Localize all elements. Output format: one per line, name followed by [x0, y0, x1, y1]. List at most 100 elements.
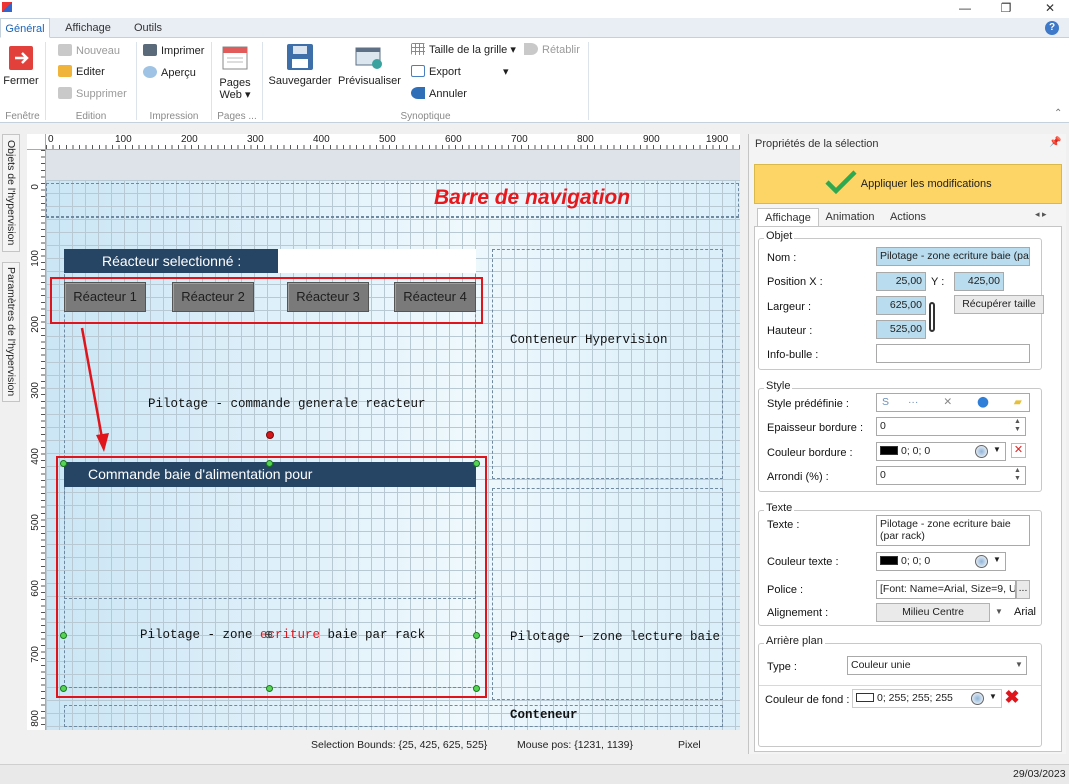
unit-label: Pixel: [678, 739, 701, 751]
spinner-icon[interactable]: ▲ ▼: [1014, 467, 1021, 483]
resize-handle[interactable]: [473, 632, 480, 639]
previsualiser-button[interactable]: Prévisualiser: [338, 42, 401, 87]
resize-handle[interactable]: [473, 685, 480, 692]
position-y-label: Y :: [931, 276, 945, 288]
style-dots-icon[interactable]: ···: [908, 396, 919, 408]
police-input[interactable]: [Font: Name=Arial, Size=9, Ur: [876, 580, 1016, 599]
ruler-tick: 1900: [706, 134, 729, 145]
dropdown-arrow-icon[interactable]: ▼: [989, 692, 997, 701]
dropdown-arrow-icon[interactable]: ▼: [993, 445, 1001, 454]
pin-icon[interactable]: 📌: [1049, 137, 1061, 148]
info-bulle-input[interactable]: [876, 344, 1030, 363]
ruler-tick: 500: [379, 134, 396, 145]
ruler-corner: [27, 134, 46, 150]
design-canvas[interactable]: Barre de navigation Réacteur selectionné…: [46, 150, 740, 730]
apply-label: Appliquer les modifications: [860, 178, 992, 190]
couleur-fond-value: 0; 255; 255; 255: [877, 692, 953, 704]
color-picker-icon[interactable]: [975, 445, 988, 458]
export-label: Export: [429, 66, 461, 78]
ruler-tick: 0: [48, 134, 54, 145]
ruler-tick: 600: [445, 134, 462, 145]
group-separator: [211, 42, 212, 120]
resize-handle[interactable]: [266, 685, 273, 692]
type-dropdown[interactable]: Couleur unie: [847, 656, 1027, 675]
epaisseur-bordure-input[interactable]: 0: [876, 417, 1026, 436]
dropdown-arrow-icon[interactable]: ▼: [993, 555, 1001, 564]
close-icon[interactable]: ✕: [1034, 0, 1066, 18]
hauteur-input[interactable]: 525,00: [876, 320, 926, 339]
tab-outils[interactable]: Outils: [126, 18, 170, 38]
largeur-input[interactable]: 625,00: [876, 296, 926, 315]
alignement-dropdown[interactable]: Milieu Centre: [876, 603, 990, 622]
resize-handle[interactable]: [266, 460, 273, 467]
supprimer-button[interactable]: Supprimer: [58, 85, 127, 103]
couleur-bordure-value: 0; 0; 0: [901, 445, 931, 457]
style-s-icon[interactable]: S: [882, 396, 889, 408]
fermer-button[interactable]: Fermer: [3, 44, 39, 87]
style-clear-icon[interactable]: ✕: [943, 396, 952, 408]
apercu-button[interactable]: Aperçu: [143, 64, 196, 82]
restore-icon[interactable]: ❐: [990, 0, 1022, 18]
resize-handle[interactable]: [60, 460, 67, 467]
legend-texte: Texte: [764, 502, 795, 514]
style-apply-icon[interactable]: ⬤: [977, 396, 989, 408]
color-swatch: [856, 693, 874, 702]
sauvegarder-button[interactable]: Sauvegarder: [268, 42, 332, 87]
dropdown-arrow-icon[interactable]: ▼: [1015, 660, 1023, 669]
export-dropdown-icon[interactable]: ▾: [503, 63, 509, 81]
dropdown-arrow-icon[interactable]: ▼: [995, 607, 1003, 616]
resize-handle[interactable]: [60, 685, 67, 692]
preview-icon: [355, 47, 382, 69]
ruler-tick: 100: [115, 134, 132, 145]
nouveau-button[interactable]: Nouveau: [58, 42, 120, 60]
spinner-icon[interactable]: ▲ ▼: [1014, 418, 1021, 434]
ruler-tick: 100: [30, 250, 41, 267]
police-browse-button[interactable]: ...: [1016, 580, 1030, 599]
tab-affichage[interactable]: Affichage: [58, 18, 118, 38]
imprimer-button[interactable]: Imprimer: [143, 42, 204, 60]
selection-bounds: Selection Bounds: {25, 425, 625, 525}: [311, 739, 488, 751]
position-x-input[interactable]: 25,00: [876, 272, 926, 291]
arrondi-input[interactable]: 0: [876, 466, 1026, 485]
texte-input[interactable]: Pilotage - zone ecriture baie (par rack): [876, 515, 1030, 546]
collapse-ribbon-icon[interactable]: ⌃: [1054, 108, 1062, 119]
conteneur-bottom[interactable]: [64, 705, 723, 727]
tab-scroll-icon[interactable]: ◂ ▸: [1035, 209, 1047, 220]
zone-lecture-container[interactable]: [492, 488, 723, 700]
position-y-input[interactable]: 425,00: [954, 272, 1004, 291]
tab-objets-hypervision[interactable]: Objets de l'hypervision: [2, 134, 20, 252]
resize-handle[interactable]: [473, 460, 480, 467]
style-predefinie-toolbar[interactable]: S ··· ✕ ⬤ ▰: [876, 393, 1030, 412]
nom-input[interactable]: Pilotage - zone ecriture baie (par: [876, 247, 1030, 266]
tab-actions[interactable]: Actions: [883, 208, 933, 226]
clear-color-icon[interactable]: ✕: [1011, 443, 1026, 458]
conteneur-label: Conteneur: [510, 708, 578, 722]
tab-animation[interactable]: Animation: [821, 208, 879, 226]
editer-button[interactable]: Editer: [58, 63, 105, 81]
recuperer-taille-button[interactable]: Récupérer taille: [954, 295, 1044, 314]
resize-handle[interactable]: [60, 632, 67, 639]
clear-background-icon[interactable]: ✖: [1003, 688, 1021, 706]
legend-style: Style: [764, 380, 793, 392]
color-picker-icon[interactable]: [975, 555, 988, 568]
color-picker-icon[interactable]: [971, 692, 984, 705]
edit-icon: [58, 65, 72, 77]
tab-parametres-hypervision[interactable]: Paramètres de l'hypervision: [2, 262, 20, 402]
color-swatch: [880, 556, 898, 565]
pages-web-button[interactable]: Pages Web ▾: [215, 44, 255, 101]
retablir-button[interactable]: Rétablir: [524, 41, 580, 59]
help-icon[interactable]: ?: [1045, 21, 1059, 35]
style-predefinie-label: Style prédéfinie :: [767, 398, 849, 410]
export-button[interactable]: Export: [411, 63, 461, 81]
link-ratio-icon[interactable]: [929, 302, 935, 332]
tab-general[interactable]: Général: [0, 18, 50, 38]
ruler-tick: 200: [181, 134, 198, 145]
taille-grille-button[interactable]: Taille de la grille ▾: [411, 41, 516, 59]
tab-affichage-props[interactable]: Affichage: [757, 208, 819, 226]
font-preview-label: Arial: [1014, 606, 1037, 618]
apply-button[interactable]: Appliquer les modifications: [754, 164, 1062, 204]
minimize-icon[interactable]: —: [949, 0, 981, 18]
ruler-tick: 600: [30, 580, 41, 597]
annuler-button[interactable]: Annuler: [411, 85, 467, 103]
style-folder-icon[interactable]: ▰: [1014, 396, 1022, 408]
